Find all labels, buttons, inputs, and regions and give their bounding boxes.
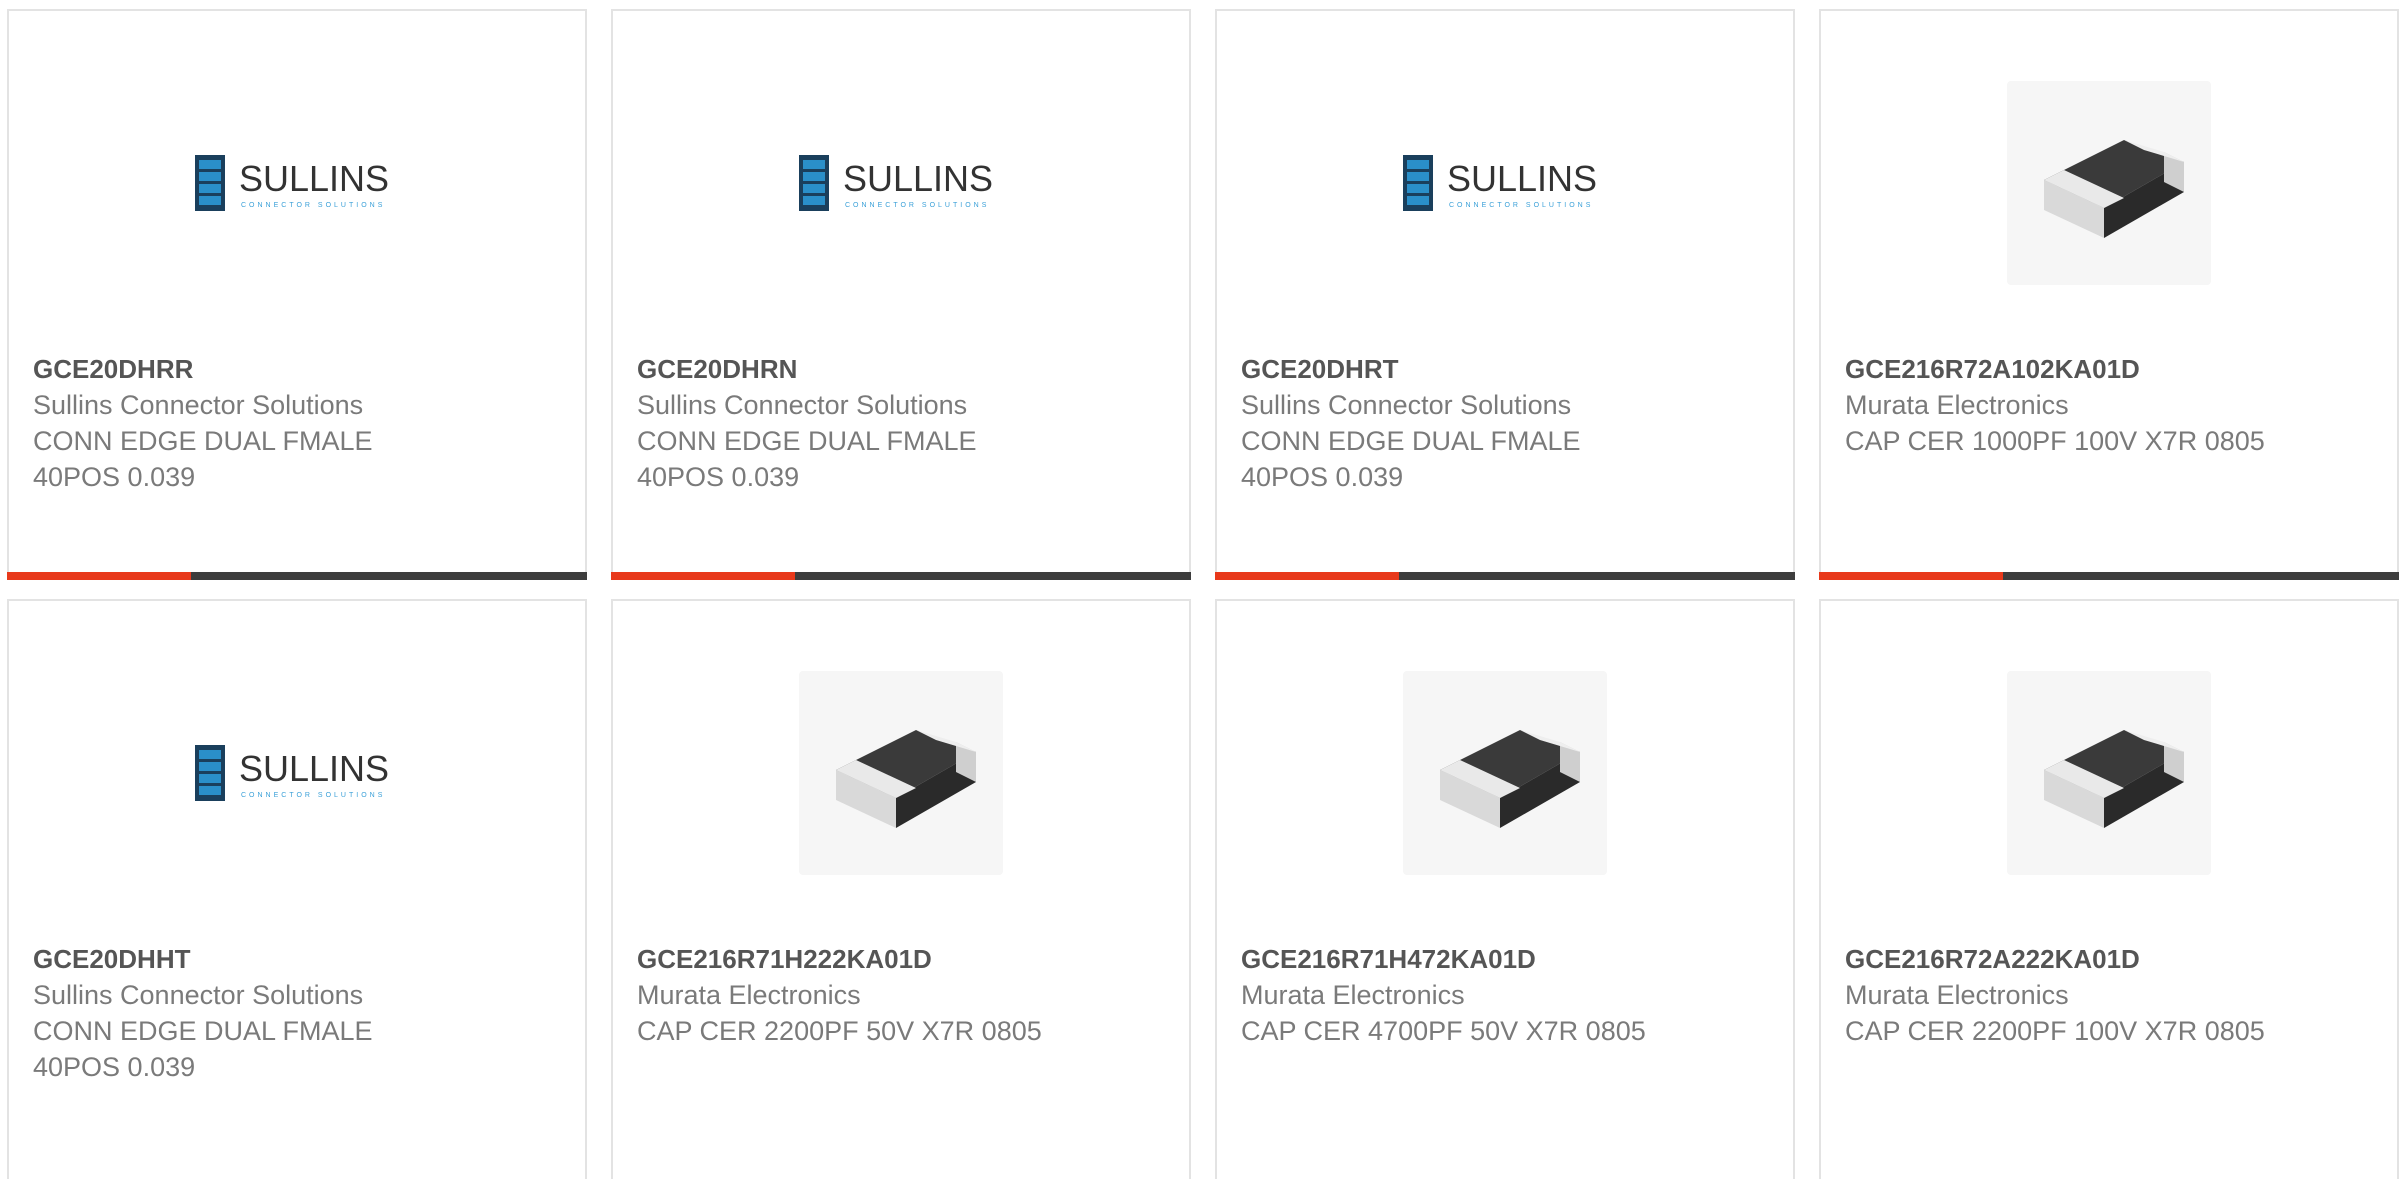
card-accent-bar bbox=[1819, 572, 2003, 580]
manufacturer: Murata Electronics bbox=[1241, 980, 1465, 1010]
part-number[interactable]: GCE20DHRR bbox=[33, 351, 553, 387]
product-card[interactable]: SULLINS CONNECTOR SOLUTIONS GCE20DHHT Su… bbox=[7, 599, 587, 1179]
sullins-logo-image: SULLINS CONNECTOR SOLUTIONS bbox=[195, 671, 399, 875]
logo-text: SULLINS bbox=[1447, 158, 1597, 199]
logo-text: SULLINS bbox=[843, 158, 993, 199]
smd-capacitor-image bbox=[1403, 671, 1607, 875]
sullins-logo-icon: SULLINS CONNECTOR SOLUTIONS bbox=[1403, 155, 1597, 211]
product-card[interactable]: GCE216R72A222KA01D Murata Electronics CA… bbox=[1819, 599, 2399, 1179]
description: CONN EDGE DUAL FMALE 40POS 0.039 bbox=[637, 426, 977, 492]
product-info: GCE216R72A102KA01D Murata Electronics CA… bbox=[1845, 351, 2365, 459]
description: CONN EDGE DUAL FMALE 40POS 0.039 bbox=[1241, 426, 1581, 492]
product-card[interactable]: SULLINS CONNECTOR SOLUTIONS GCE20DHRT Su… bbox=[1215, 9, 1795, 580]
sullins-logo-image: SULLINS CONNECTOR SOLUTIONS bbox=[1403, 81, 1607, 285]
description: CAP CER 2200PF 100V X7R 0805 bbox=[1845, 1016, 2265, 1046]
card-accent-bar bbox=[1215, 572, 1399, 580]
product-info: GCE20DHRR Sullins Connector Solutions CO… bbox=[33, 351, 553, 495]
product-card[interactable]: GCE216R71H472KA01D Murata Electronics CA… bbox=[1215, 599, 1795, 1179]
capacitor-icon bbox=[836, 730, 976, 828]
part-number[interactable]: GCE216R72A102KA01D bbox=[1845, 351, 2365, 387]
product-info: GCE20DHHT Sullins Connector Solutions CO… bbox=[33, 941, 553, 1085]
logo-subtext: CONNECTOR SOLUTIONS bbox=[241, 792, 385, 799]
card-footer-bar bbox=[1819, 572, 2399, 580]
smd-capacitor-image bbox=[799, 671, 1003, 875]
logo-subtext: CONNECTOR SOLUTIONS bbox=[845, 202, 989, 209]
logo-subtext: CONNECTOR SOLUTIONS bbox=[241, 202, 385, 209]
card-accent-bar bbox=[611, 572, 795, 580]
product-card[interactable]: SULLINS CONNECTOR SOLUTIONS GCE20DHRR Su… bbox=[7, 9, 587, 580]
part-number[interactable]: GCE216R71H472KA01D bbox=[1241, 941, 1761, 977]
manufacturer: Sullins Connector Solutions bbox=[637, 390, 968, 420]
manufacturer: Murata Electronics bbox=[637, 980, 861, 1010]
capacitor-icon bbox=[2044, 730, 2184, 828]
description: CAP CER 4700PF 50V X7R 0805 bbox=[1241, 1016, 1646, 1046]
sullins-logo-icon: SULLINS CONNECTOR SOLUTIONS bbox=[195, 745, 389, 801]
description: CAP CER 2200PF 50V X7R 0805 bbox=[637, 1016, 1042, 1046]
card-footer-bar bbox=[611, 572, 1191, 580]
manufacturer: Sullins Connector Solutions bbox=[1241, 390, 1572, 420]
part-number[interactable]: GCE20DHRT bbox=[1241, 351, 1761, 387]
part-number[interactable]: GCE20DHRN bbox=[637, 351, 1157, 387]
product-info: GCE20DHRN Sullins Connector Solutions CO… bbox=[637, 351, 1157, 495]
manufacturer: Murata Electronics bbox=[1845, 390, 2069, 420]
part-number[interactable]: GCE216R71H222KA01D bbox=[637, 941, 1157, 977]
product-info: GCE216R72A222KA01D Murata Electronics CA… bbox=[1845, 941, 2365, 1049]
smd-capacitor-image bbox=[2007, 81, 2211, 285]
product-info: GCE216R71H222KA01D Murata Electronics CA… bbox=[637, 941, 1157, 1049]
logo-subtext: CONNECTOR SOLUTIONS bbox=[1449, 202, 1593, 209]
part-number[interactable]: GCE20DHHT bbox=[33, 941, 553, 977]
description: CAP CER 1000PF 100V X7R 0805 bbox=[1845, 426, 2265, 456]
capacitor-icon bbox=[2044, 140, 2184, 238]
card-accent-bar bbox=[7, 572, 191, 580]
product-card[interactable]: GCE216R72A102KA01D Murata Electronics CA… bbox=[1819, 9, 2399, 580]
smd-capacitor-image bbox=[2007, 671, 2211, 875]
product-info: GCE20DHRT Sullins Connector Solutions CO… bbox=[1241, 351, 1761, 495]
sullins-logo-image: SULLINS CONNECTOR SOLUTIONS bbox=[195, 81, 399, 285]
sullins-logo-image: SULLINS CONNECTOR SOLUTIONS bbox=[799, 81, 1003, 285]
card-footer-bar bbox=[7, 572, 587, 580]
product-card[interactable]: SULLINS CONNECTOR SOLUTIONS GCE20DHRN Su… bbox=[611, 9, 1191, 580]
manufacturer: Sullins Connector Solutions bbox=[33, 390, 364, 420]
description: CONN EDGE DUAL FMALE 40POS 0.039 bbox=[33, 426, 373, 492]
sullins-logo-icon: SULLINS CONNECTOR SOLUTIONS bbox=[799, 155, 993, 211]
capacitor-icon bbox=[1440, 730, 1580, 828]
logo-text: SULLINS bbox=[239, 158, 389, 199]
product-card[interactable]: GCE216R71H222KA01D Murata Electronics CA… bbox=[611, 599, 1191, 1179]
part-number[interactable]: GCE216R72A222KA01D bbox=[1845, 941, 2365, 977]
product-info: GCE216R71H472KA01D Murata Electronics CA… bbox=[1241, 941, 1761, 1049]
sullins-logo-icon: SULLINS CONNECTOR SOLUTIONS bbox=[195, 155, 389, 211]
card-footer-bar bbox=[1215, 572, 1795, 580]
product-grid: SULLINS CONNECTOR SOLUTIONS GCE20DHRR Su… bbox=[0, 0, 2400, 1179]
manufacturer: Murata Electronics bbox=[1845, 980, 2069, 1010]
description: CONN EDGE DUAL FMALE 40POS 0.039 bbox=[33, 1016, 373, 1082]
manufacturer: Sullins Connector Solutions bbox=[33, 980, 364, 1010]
logo-text: SULLINS bbox=[239, 748, 389, 789]
